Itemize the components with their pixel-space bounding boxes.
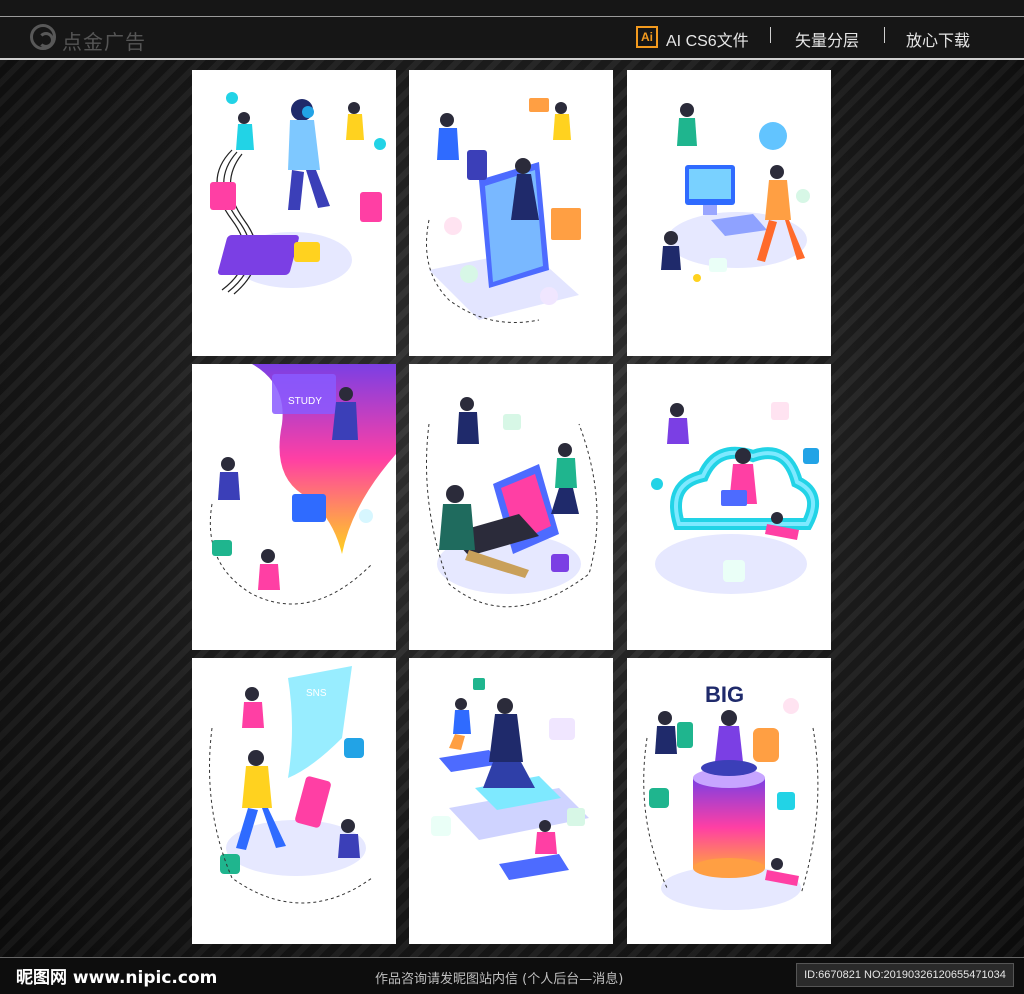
layered-label: 矢量分层 <box>795 33 860 50</box>
coding-illustration <box>426 397 598 608</box>
study-label: STUDY <box>288 396 322 407</box>
download-label: 放心下载 <box>906 33 971 50</box>
logo-text: 点金广告 <box>62 30 146 54</box>
footer-bar: 昵图网 www.nipic.com 作品咨询请发昵图站内信 (个人后台—消息) … <box>0 957 1024 994</box>
illustration-card-study[interactable]: STUDY <box>192 364 396 650</box>
shopping-illustration <box>426 98 581 323</box>
illustration-card-shopping[interactable] <box>409 70 613 356</box>
header-divider <box>0 16 1024 17</box>
illustration-card-bigdata[interactable]: BIG <box>627 658 831 944</box>
header-bar: 点金广告 Ai AI CS6文件 矢量分层 放心下载 <box>0 0 1024 60</box>
image-id-label: ID:6670821 NO:20190326120655471034 <box>796 963 1014 987</box>
ai-file-icon: Ai <box>636 26 658 48</box>
illustration-card-media[interactable] <box>627 70 831 356</box>
bigdata-illustration: BIG <box>643 682 819 910</box>
illustration-card-cloud[interactable] <box>627 364 831 650</box>
file-type-label: AI CS6文件 <box>666 33 749 50</box>
illustration-card-music[interactable] <box>192 70 396 356</box>
sns-label: SNS <box>306 688 327 699</box>
header-separator <box>884 27 885 43</box>
cloud-illustration <box>651 402 820 594</box>
music-illustration <box>210 92 386 295</box>
media-illustration <box>661 103 810 282</box>
mobile-illustration <box>431 678 589 880</box>
illustration-card-mobile[interactable] <box>409 658 613 944</box>
header-separator <box>770 27 771 43</box>
sns-illustration: SNS <box>209 666 373 904</box>
contact-notice: 作品咨询请发昵图站内信 (个人后台—消息) <box>375 972 624 987</box>
logo-swirl-icon <box>30 24 56 50</box>
study-illustration: STUDY <box>209 364 396 605</box>
site-logo[interactable]: 点金广告 <box>30 24 160 54</box>
big-label: BIG <box>705 682 744 707</box>
illustration-card-sns[interactable]: SNS <box>192 658 396 944</box>
illustration-card-coding[interactable] <box>409 364 613 650</box>
site-watermark[interactable]: 昵图网 www.nipic.com <box>16 963 217 988</box>
